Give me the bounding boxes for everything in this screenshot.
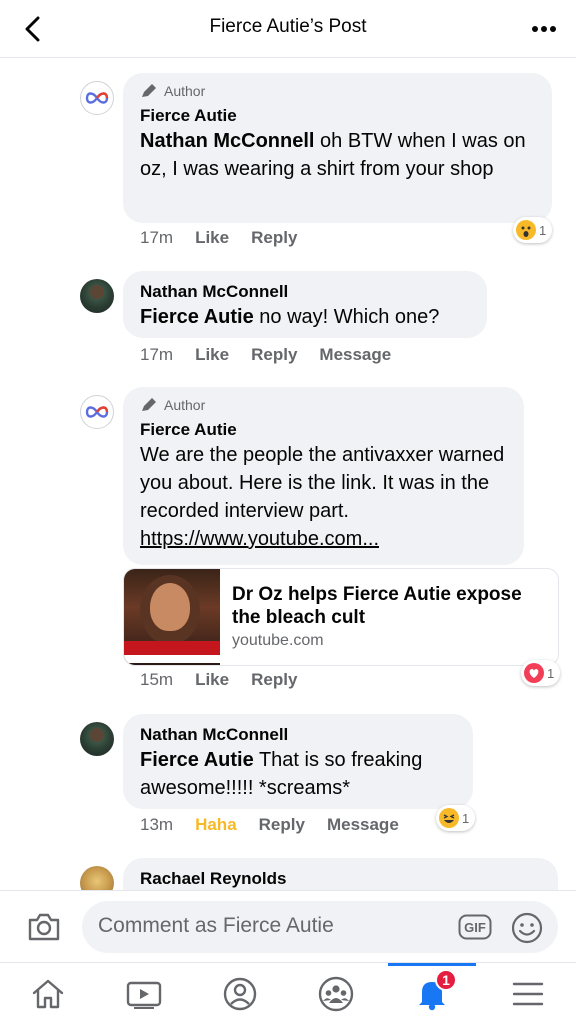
camera-button[interactable] xyxy=(24,909,64,945)
bottom-tab-bar: 1 xyxy=(0,962,576,1024)
emoji-button[interactable] xyxy=(510,911,544,945)
author-label: Author xyxy=(164,397,206,413)
more-options-button[interactable] xyxy=(528,14,560,44)
reaction-summary[interactable]: 1 xyxy=(521,660,561,686)
tab-profile[interactable] xyxy=(195,963,285,1024)
reaction-count: 1 xyxy=(547,665,555,681)
comment-time: 13m xyxy=(140,815,174,834)
link-preview-title: Dr Oz helps Fierce Autie expose the blea… xyxy=(232,584,522,628)
tab-watch[interactable] xyxy=(99,963,189,1024)
author-label: Author xyxy=(164,83,206,99)
hamburger-menu-icon xyxy=(512,982,544,1006)
comment-text: We are the people the antivaxxer warned … xyxy=(140,444,505,550)
top-nav-bar: Fierce Autie’s Post xyxy=(0,0,576,58)
camera-icon xyxy=(28,913,60,941)
comment-actions: 17m Like Reply xyxy=(140,228,319,248)
reaction-count: 1 xyxy=(539,222,547,238)
comment-bubble[interactable]: Rachael Reynolds xyxy=(123,858,558,890)
comment-bubble[interactable]: Nathan McConnell Fierce Autie That is so… xyxy=(123,714,473,809)
comment-input-placeholder: Comment as Fierce Autie xyxy=(98,914,334,937)
comment-time: 17m xyxy=(140,345,174,364)
reaction-summary[interactable]: 1 xyxy=(513,217,553,243)
mention-link[interactable]: Fierce Autie xyxy=(140,749,254,771)
like-button[interactable]: Like xyxy=(195,670,229,690)
comment-bubble[interactable]: Nathan McConnell Fierce Autie no way! Wh… xyxy=(123,271,487,338)
comment-author-name[interactable]: Fierce Autie xyxy=(140,419,507,441)
reply-button[interactable]: Reply xyxy=(251,345,297,365)
comment-author-name[interactable]: Nathan McConnell xyxy=(140,281,470,303)
love-reaction-icon xyxy=(524,663,544,683)
page-title: Fierce Autie’s Post xyxy=(209,16,367,37)
comment-text: Nathan McConnell oh BTW when I was on oz… xyxy=(140,130,526,180)
notification-badge: 1 xyxy=(435,969,457,991)
avatar-nathan-mcconnell[interactable] xyxy=(80,279,114,313)
groups-icon xyxy=(318,976,354,1012)
smiley-icon xyxy=(511,912,543,944)
like-button[interactable]: Like xyxy=(195,228,229,248)
gif-button[interactable]: GIF xyxy=(458,914,492,940)
comment-author-name[interactable]: Fierce Autie xyxy=(140,105,535,127)
like-button[interactable]: Like xyxy=(195,345,229,365)
tab-groups[interactable] xyxy=(291,963,381,1024)
comments-feed[interactable]: Author Fierce Autie Nathan McConnell oh … xyxy=(0,59,576,890)
reaction-count: 1 xyxy=(462,810,470,826)
comment-text: Fierce Autie That is so freaking awesome… xyxy=(140,749,423,799)
avatar-rachael-reynolds[interactable] xyxy=(80,866,114,890)
reply-button[interactable]: Reply xyxy=(251,228,297,248)
comment-author-name[interactable]: Rachael Reynolds xyxy=(140,868,541,890)
profile-icon xyxy=(223,977,257,1011)
gif-label: GIF xyxy=(464,920,486,935)
pen-icon xyxy=(142,84,156,97)
link-preview-thumbnail xyxy=(124,569,220,665)
avatar-fierce-autie[interactable] xyxy=(80,395,114,429)
reply-button[interactable]: Reply xyxy=(251,670,297,690)
comment-bubble[interactable]: Author Fierce Autie Nathan McConnell oh … xyxy=(123,73,552,223)
comment-actions: 17m Like Reply Message xyxy=(140,345,413,365)
home-icon xyxy=(32,979,64,1009)
comment-input[interactable]: Comment as Fierce Autie GIF xyxy=(82,901,558,953)
pen-icon xyxy=(142,398,156,411)
infinity-logo-icon xyxy=(85,92,109,104)
link-preview-domain: youtube.com xyxy=(232,632,324,649)
haha-reaction-icon xyxy=(439,808,459,828)
mention-link[interactable]: Fierce Autie xyxy=(140,306,254,328)
comment-link[interactable]: https://www.youtube.com... xyxy=(140,528,379,550)
comment-actions: 13m Haha Reply Message xyxy=(140,815,421,835)
tab-menu[interactable] xyxy=(483,963,573,1024)
reaction-summary[interactable]: 1 xyxy=(436,805,476,831)
reply-button[interactable]: Reply xyxy=(259,815,305,835)
tab-notifications[interactable]: 1 xyxy=(387,963,477,1024)
comment-time: 17m xyxy=(140,228,174,247)
haha-reacted-button[interactable]: Haha xyxy=(195,815,237,835)
infinity-logo-icon xyxy=(85,406,109,418)
comment-bubble[interactable]: Author Fierce Autie We are the people th… xyxy=(123,387,524,565)
comment-time: 15m xyxy=(140,670,174,689)
more-dots-icon xyxy=(532,26,556,32)
comment-text: Fierce Autie no way! Which one? xyxy=(140,306,440,328)
video-play-icon xyxy=(126,981,162,1009)
mention-link[interactable]: Nathan McConnell xyxy=(140,130,314,152)
message-button[interactable]: Message xyxy=(327,815,399,835)
message-button[interactable]: Message xyxy=(319,345,391,365)
gif-icon: GIF xyxy=(458,914,492,940)
comment-author-name[interactable]: Nathan McConnell xyxy=(140,724,456,746)
link-preview-card[interactable]: Dr Oz helps Fierce Autie expose the blea… xyxy=(123,568,559,666)
avatar-fierce-autie[interactable] xyxy=(80,81,114,115)
comment-composer: Comment as Fierce Autie GIF xyxy=(0,890,576,962)
link-preview-info: Dr Oz helps Fierce Autie expose the blea… xyxy=(220,569,558,665)
author-label-row: Author xyxy=(140,83,535,99)
tab-home[interactable] xyxy=(3,963,93,1024)
avatar-nathan-mcconnell[interactable] xyxy=(80,722,114,756)
author-label-row: Author xyxy=(140,397,507,413)
wow-reaction-icon xyxy=(516,220,536,240)
comment-actions: 15m Like Reply xyxy=(140,670,319,690)
